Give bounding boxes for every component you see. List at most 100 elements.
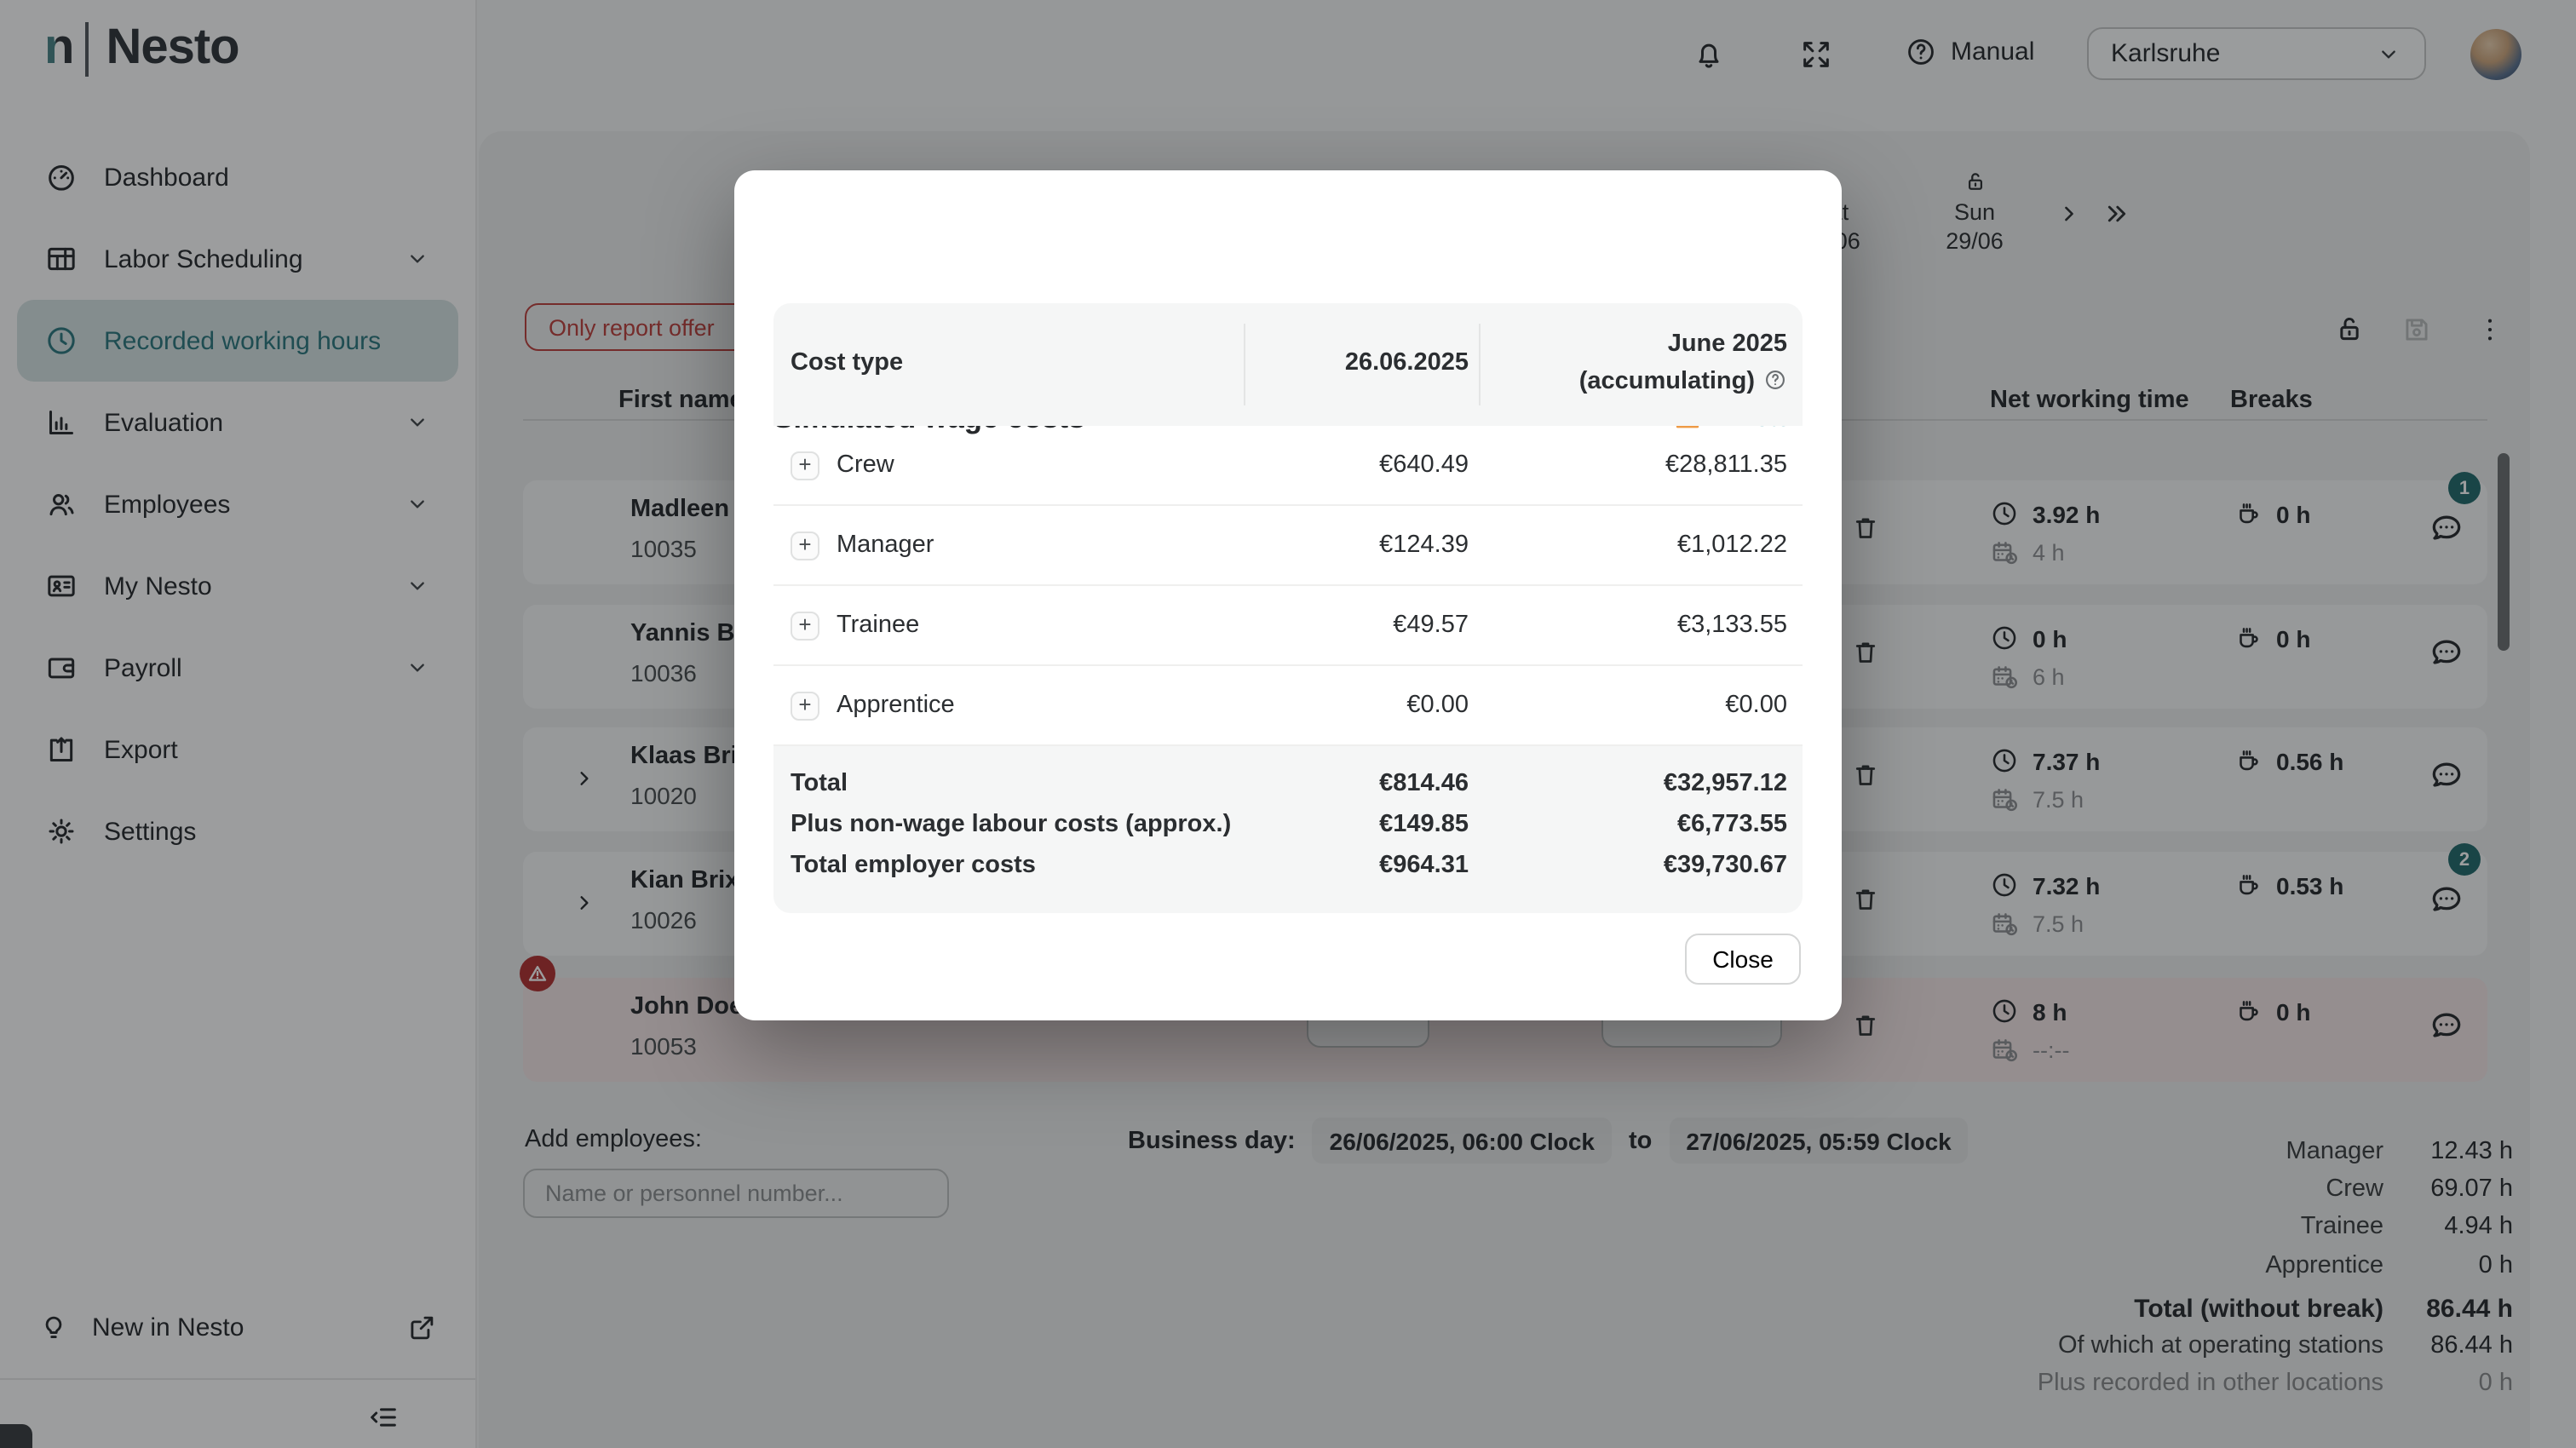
sidebar-item-settings[interactable]: Settings: [17, 790, 458, 872]
sidebar-item-label: Recorded working hours: [104, 326, 381, 355]
expand-cost-row-button[interactable]: +: [791, 532, 819, 560]
app-window: n Nesto Dashboard Labor Scheduling Recor…: [0, 0, 2576, 1448]
wallet-icon: [44, 651, 78, 685]
calendar-clock-icon: [1990, 910, 2019, 939]
sidebar-item-label: Evaluation: [104, 408, 223, 437]
break-time-value: 0 h: [2276, 500, 2310, 527]
save-icon[interactable]: [2401, 313, 2433, 346]
comments-icon[interactable]: [2428, 634, 2465, 671]
users-icon: [44, 487, 78, 521]
external-link-icon: [405, 1312, 438, 1344]
break-time-value: 0.53 h: [2276, 871, 2343, 899]
expand-row-icon[interactable]: [571, 765, 598, 792]
user-avatar[interactable]: [2470, 29, 2521, 80]
calendar-clock-icon: [1990, 538, 2019, 567]
coffee-icon: [2234, 746, 2263, 775]
expand-row-icon[interactable]: [571, 889, 598, 916]
sidebar: n Nesto Dashboard Labor Scheduling Recor…: [0, 0, 477, 1448]
summary-row-manager: Manager12.43 h: [1821, 1138, 2513, 1165]
sidebar-item-labor-scheduling[interactable]: Labor Scheduling: [17, 218, 458, 300]
break-time-value: 0 h: [2276, 997, 2310, 1025]
lock-open-icon: [1962, 169, 1987, 194]
lock-open-icon[interactable]: [2332, 312, 2366, 346]
help-circle-icon[interactable]: [1763, 368, 1787, 392]
kebab-menu-icon[interactable]: [2474, 313, 2506, 346]
expand-cost-row-button[interactable]: +: [791, 451, 819, 480]
fullscreen-icon[interactable]: [1799, 37, 1833, 72]
export-icon: [44, 733, 78, 767]
sidebar-item-export[interactable]: Export: [17, 709, 458, 790]
fast-forward-icon[interactable]: [2101, 198, 2133, 230]
calendar-clock-icon: [1990, 785, 2019, 814]
net-time-value: 3.92 h: [2033, 500, 2100, 527]
trash-icon[interactable]: [1850, 513, 1881, 543]
sidebar-item-dashboard[interactable]: Dashboard: [17, 136, 458, 218]
day-date: 29/06: [1925, 227, 2024, 256]
logo-text: Nesto: [106, 20, 239, 77]
add-employees-label: Add employees:: [525, 1126, 702, 1153]
expand-cost-row-button[interactable]: +: [791, 612, 819, 641]
id-card-icon: [44, 569, 78, 603]
sidebar-nav: Dashboard Labor Scheduling Recorded work…: [17, 136, 458, 872]
sidebar-item-my-nesto[interactable]: My Nesto: [17, 545, 458, 627]
location-value: Karlsruhe: [2111, 39, 2220, 68]
expand-cost-row-button[interactable]: +: [791, 692, 819, 721]
add-employees-input[interactable]: [523, 1169, 949, 1218]
employee-name: John Doe: [630, 993, 743, 1020]
summary-row-apprentice: Apprentice0 h: [1821, 1252, 2513, 1279]
day-nav-sunday[interactable]: Sun 29/06: [1925, 169, 2024, 256]
comments-icon[interactable]: [2428, 881, 2465, 918]
sidebar-item-label: Dashboard: [104, 163, 229, 192]
next-day-icon[interactable]: [2055, 199, 2084, 228]
comments-icon[interactable]: [2428, 509, 2465, 547]
chevron-down-icon: [2375, 40, 2402, 67]
chevron-down-icon: [404, 654, 431, 681]
break-time-value: 0 h: [2276, 624, 2310, 652]
personnel-number: 10036: [630, 659, 697, 687]
column-divider: [1479, 324, 1481, 405]
net-time-value: 8 h: [2033, 997, 2067, 1025]
coffee-icon: [2234, 871, 2263, 899]
close-button[interactable]: Close: [1685, 934, 1801, 985]
sidebar-item-evaluation[interactable]: Evaluation: [17, 382, 458, 463]
manual-label: Manual: [1951, 37, 2034, 66]
sidebar-item-employees[interactable]: Employees: [17, 463, 458, 545]
chevron-down-icon: [404, 245, 431, 273]
net-time-value: 7.37 h: [2033, 747, 2100, 774]
column-cost-type: Cost type: [791, 349, 903, 376]
column-header-first-name: First name: [618, 387, 744, 414]
trash-icon[interactable]: [1850, 1010, 1881, 1041]
sidebar-item-payroll[interactable]: Payroll: [17, 627, 458, 709]
sidebar-item-label: Employees: [104, 490, 230, 519]
comments-icon[interactable]: [2428, 1007, 2465, 1044]
calendar-clock-icon: [1990, 663, 2019, 692]
cost-row-manager: + Manager €124.39 €1,012.22: [773, 506, 1803, 586]
sidebar-item-recorded-working-hours[interactable]: Recorded working hours: [17, 300, 458, 382]
notifications-bell-icon[interactable]: [1692, 37, 1726, 72]
scrollbar-thumb[interactable]: [2498, 453, 2510, 651]
trash-icon[interactable]: [1850, 760, 1881, 790]
employee-name: Kian Brix: [630, 867, 739, 894]
chevron-down-icon: [404, 572, 431, 600]
chat-widget-corner[interactable]: [0, 1424, 32, 1448]
coffee-icon: [2234, 623, 2263, 652]
collapse-sidebar-icon[interactable]: [366, 1400, 400, 1434]
sidebar-item-label: Payroll: [104, 653, 182, 682]
trash-icon[interactable]: [1850, 884, 1881, 915]
bar-chart-icon: [44, 405, 78, 440]
summary-row-other-locations: Plus recorded in other locations0 h: [1821, 1370, 2513, 1397]
day-name: Sun: [1925, 198, 2024, 227]
calendar-clock-icon: [1990, 1036, 2019, 1065]
clock-icon: [1990, 623, 2019, 652]
business-day-from-chip[interactable]: 26/06/2025, 06:00 Clock: [1313, 1118, 1612, 1164]
trash-icon[interactable]: [1850, 637, 1881, 668]
manual-link[interactable]: Manual: [1905, 36, 2034, 68]
comments-icon[interactable]: [2428, 756, 2465, 794]
only-report-label: Only report offer: [549, 314, 715, 340]
cost-row-trainee: + Trainee €49.57 €3,133.55: [773, 586, 1803, 666]
column-day: 26.06.2025: [1345, 349, 1469, 376]
column-header-net-working-time: Net working time: [1990, 387, 2189, 414]
target-time-value: 6 h: [2033, 664, 2065, 690]
whats-new-link[interactable]: New in Nesto: [37, 1312, 438, 1344]
location-select[interactable]: Karlsruhe: [2087, 27, 2426, 80]
